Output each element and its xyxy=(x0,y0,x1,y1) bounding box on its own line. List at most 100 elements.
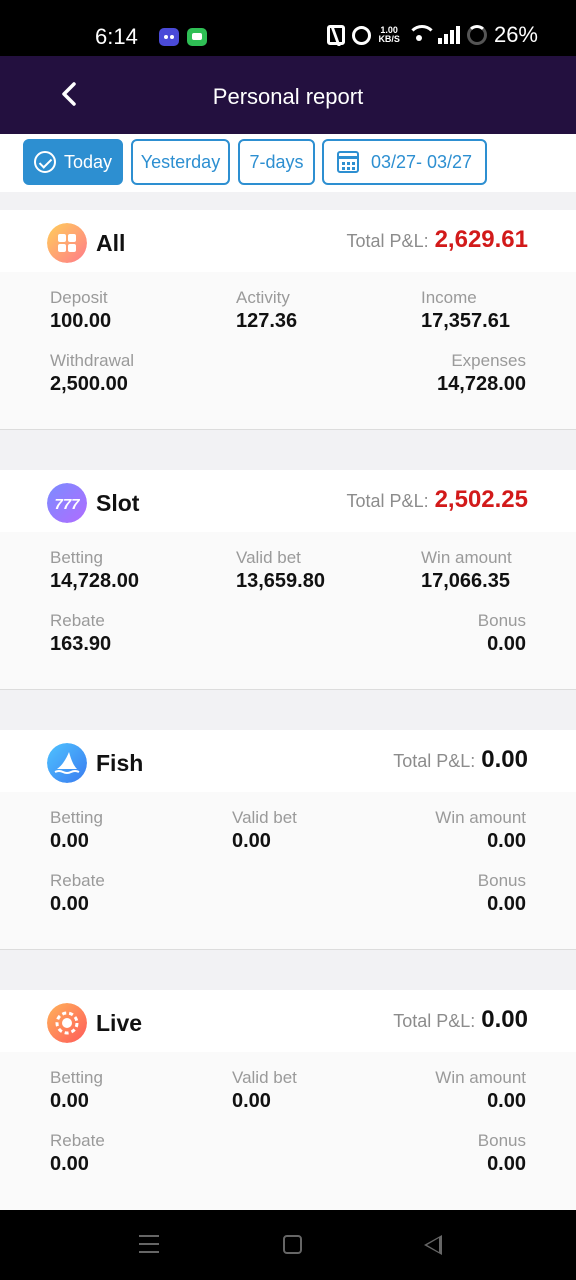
stat-label: Bonus xyxy=(477,871,526,890)
alarm-icon xyxy=(352,25,372,45)
card-stats: Betting 0.00 Valid bet 0.00 Win amount 0… xyxy=(0,792,576,950)
stat-label: Win amount xyxy=(421,548,512,567)
filter-today-button[interactable]: Today xyxy=(23,139,123,185)
stat-valid-bet: Valid bet 0.00 xyxy=(232,1068,297,1114)
signal-icon xyxy=(437,26,460,44)
grid-icon xyxy=(47,223,87,263)
pnl-label: Total P&L: xyxy=(346,491,429,511)
stat-valid-bet: Valid bet 0.00 xyxy=(232,808,297,854)
filter-7days-button[interactable]: 7-days xyxy=(238,139,315,185)
status-time: 6:14 xyxy=(95,24,138,49)
stat-value: 0.00 xyxy=(487,1153,526,1175)
battery-percent: 26% xyxy=(493,22,538,47)
stat-value: 0.00 xyxy=(232,1090,271,1112)
stat-label: Deposit xyxy=(50,288,108,307)
stat-bonus: Bonus 0.00 xyxy=(478,611,526,657)
stat-deposit: Deposit 100.00 xyxy=(50,288,111,334)
casino-chip-icon xyxy=(47,1003,87,1043)
stat-win-amount: Win amount 0.00 xyxy=(435,1068,526,1114)
network-speed-unit: KB/S xyxy=(378,34,400,44)
stat-value: 0.00 xyxy=(487,633,526,655)
stat-value: 17,357.61 xyxy=(421,310,510,332)
stat-value: 0.00 xyxy=(487,1090,526,1112)
stat-label: Win amount xyxy=(435,1068,526,1087)
app-notification-icon xyxy=(159,28,179,46)
stat-value: 2,500.00 xyxy=(50,373,128,395)
stat-label: Bonus xyxy=(477,1131,526,1150)
stat-rebate: Rebate 163.90 xyxy=(50,611,111,657)
stat-value: 0.00 xyxy=(487,830,526,852)
stat-label: Expenses xyxy=(451,351,526,370)
stat-label: Win amount xyxy=(435,808,526,827)
stat-value: 0.00 xyxy=(50,893,89,915)
filter-today-label: Today xyxy=(63,151,113,172)
recent-apps-icon[interactable] xyxy=(139,1235,159,1253)
pnl-label: Total P&L: xyxy=(393,1011,476,1031)
date-filter-bar: Today Yesterday 7-days 03/27- 03/27 xyxy=(0,134,576,192)
slot-777-icon: 777 xyxy=(47,483,87,523)
stat-label: Withdrawal xyxy=(50,351,135,370)
check-circle-icon xyxy=(33,151,56,173)
stat-value: 14,728.00 xyxy=(437,373,526,395)
card-header: Fish Total P&L: 0.00 xyxy=(0,730,576,792)
message-notification-icon xyxy=(187,28,207,46)
stat-label: Valid bet xyxy=(232,808,297,827)
pnl-value: 0.00 xyxy=(481,1006,528,1033)
stat-value: 13,659.80 xyxy=(236,570,325,592)
total-pnl: Total P&L: 0.00 xyxy=(393,746,528,774)
total-pnl: Total P&L: 0.00 xyxy=(393,1006,528,1034)
stat-win-amount: Win amount 17,066.35 xyxy=(421,548,512,594)
stat-label: Rebate xyxy=(50,1131,105,1150)
stat-value: 14,728.00 xyxy=(50,570,139,592)
total-pnl: Total P&L: 2,629.61 xyxy=(347,226,528,254)
stat-income: Income 17,357.61 xyxy=(421,288,510,334)
stat-label: Betting xyxy=(50,548,103,567)
pnl-value: 0.00 xyxy=(481,746,528,773)
date-range-picker[interactable]: 03/27- 03/27 xyxy=(322,139,487,185)
stat-label: Activity xyxy=(236,288,290,307)
stat-label: Valid bet xyxy=(236,548,301,567)
report-card-slot: 777 Slot Total P&L: 2,502.25 Betting 14,… xyxy=(0,470,576,690)
stat-betting: Betting 0.00 xyxy=(50,808,103,854)
total-pnl: Total P&L: 2,502.25 xyxy=(347,486,528,514)
card-header: Live Total P&L: 0.00 xyxy=(0,990,576,1052)
stat-betting: Betting 14,728.00 xyxy=(50,548,139,594)
stat-rebate: Rebate 0.00 xyxy=(50,871,105,917)
nfc-icon xyxy=(327,25,346,45)
stat-value: 17,066.35 xyxy=(421,570,510,592)
stat-value: 0.00 xyxy=(232,830,271,852)
stat-value: 163.90 xyxy=(50,633,112,655)
stat-value: 100.00 xyxy=(50,310,112,332)
back-triangle-icon[interactable] xyxy=(424,1235,442,1255)
stat-value: 0.00 xyxy=(487,893,526,915)
calendar-icon xyxy=(336,151,359,173)
card-stats: Betting 0.00 Valid bet 0.00 Win amount 0… xyxy=(0,1052,576,1210)
home-icon[interactable] xyxy=(283,1235,302,1254)
pnl-value: 2,502.25 xyxy=(434,486,528,513)
filter-yesterday-button[interactable]: Yesterday xyxy=(131,139,230,185)
stat-bonus: Bonus 0.00 xyxy=(478,1131,526,1177)
battery-icon xyxy=(466,25,487,45)
stat-label: Rebate xyxy=(50,611,105,630)
stat-label: Valid bet xyxy=(232,1068,297,1087)
system-icons: 1.00 KB/S 26% xyxy=(327,22,538,48)
report-card-all: All Total P&L: 2,629.61 Deposit 100.00 A… xyxy=(0,210,576,430)
wifi-icon xyxy=(406,25,437,45)
stat-label: Income xyxy=(421,288,477,307)
stat-value: 127.36 xyxy=(236,310,298,332)
stat-expenses: Expenses 14,728.00 xyxy=(437,351,526,397)
category-name: Slot xyxy=(96,490,140,516)
date-range-label: 03/27- 03/27 xyxy=(370,151,473,172)
card-header: 777 Slot Total P&L: 2,502.25 xyxy=(0,470,576,532)
pnl-label: Total P&L: xyxy=(393,751,476,771)
stat-value: 0.00 xyxy=(50,1090,89,1112)
stat-label: Rebate xyxy=(50,871,105,890)
stat-value: 0.00 xyxy=(50,830,89,852)
page-title: Personal report xyxy=(212,84,364,109)
stat-bonus: Bonus 0.00 xyxy=(478,871,526,917)
app-header: Personal report xyxy=(0,56,576,134)
shark-fin-icon xyxy=(47,743,87,783)
stat-valid-bet: Valid bet 13,659.80 xyxy=(236,548,325,594)
status-bar: 6:14 1.00 KB/S 26% xyxy=(0,0,576,56)
card-header: All Total P&L: 2,629.61 xyxy=(0,210,576,272)
